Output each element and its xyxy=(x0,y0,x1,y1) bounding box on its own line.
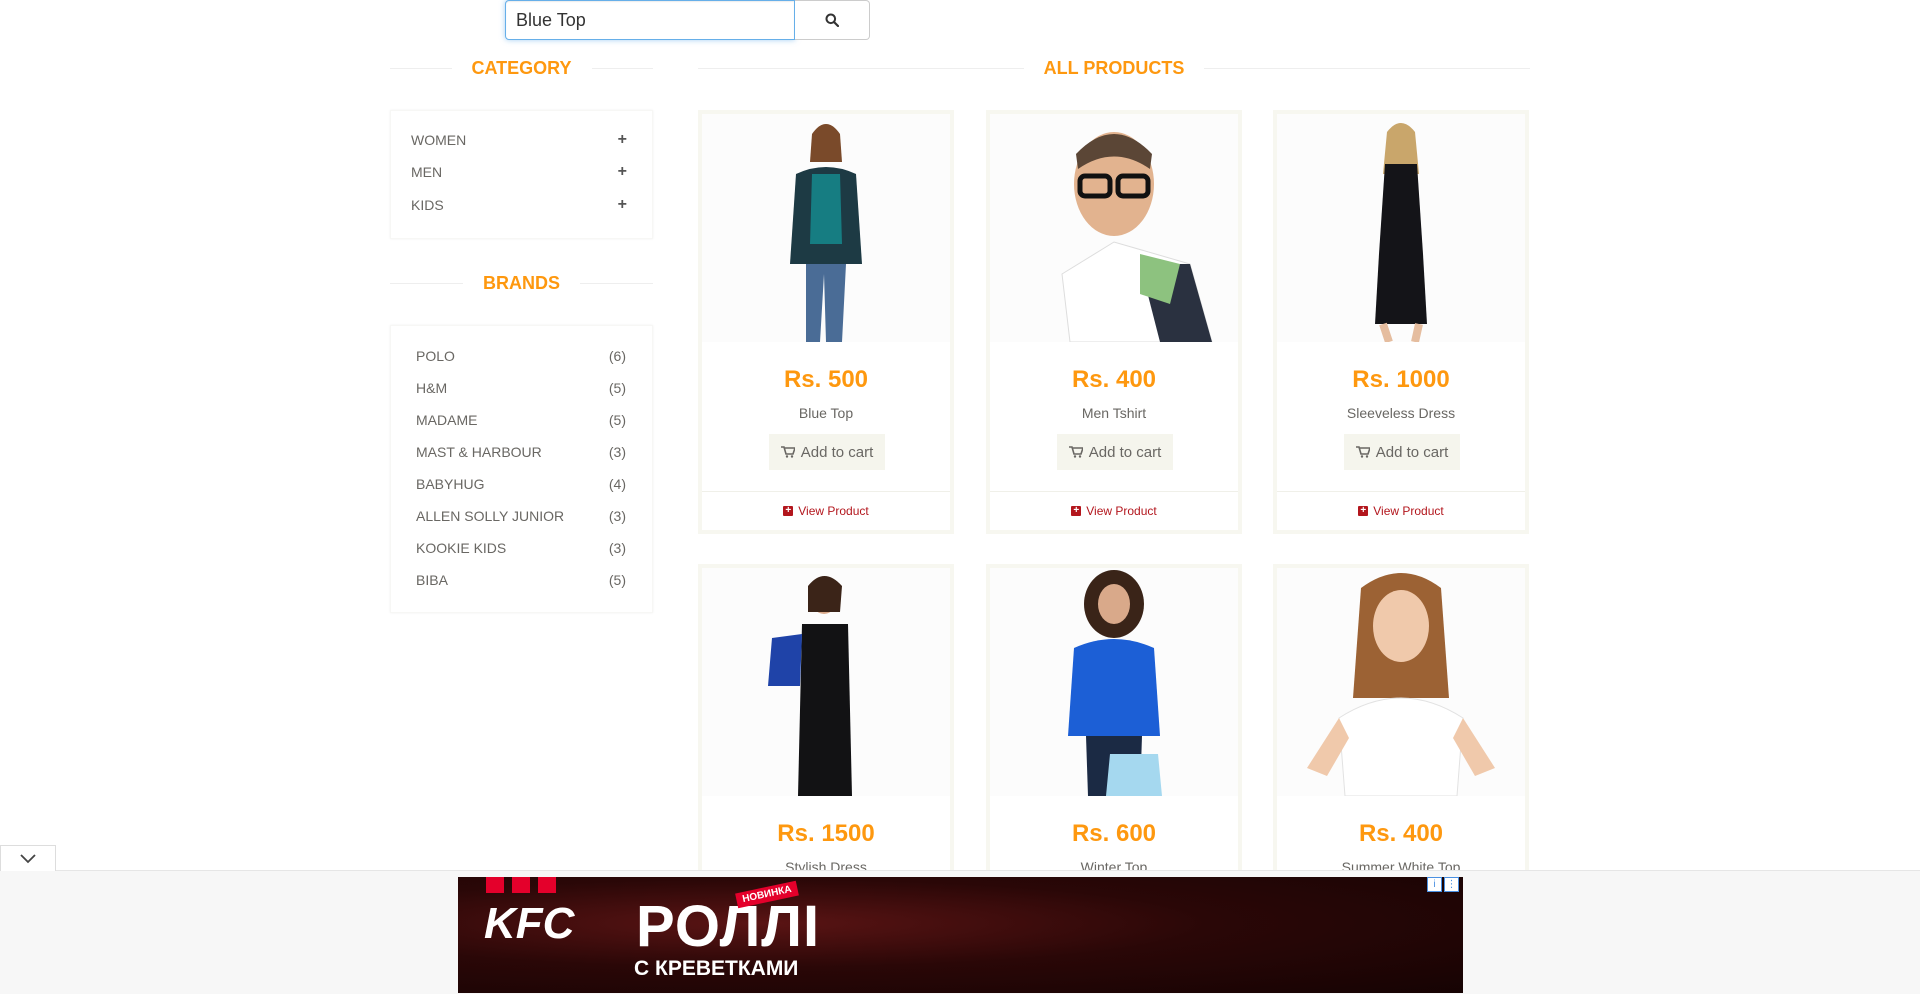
search-bar xyxy=(505,0,870,40)
brand-count: (5) xyxy=(608,380,626,396)
view-product-label: View Product xyxy=(1086,504,1157,518)
ad-collapse-toggle[interactable] xyxy=(0,845,56,871)
product-image xyxy=(1277,568,1525,796)
product-card: Rs. 500 Blue Top Add to cart + View Prod… xyxy=(698,110,954,534)
brand-count: (5) xyxy=(608,572,626,588)
add-to-cart-button[interactable]: Add to cart xyxy=(769,434,885,470)
category-item-women[interactable]: WOMEN + xyxy=(411,130,627,150)
all-products-heading: ALL PRODUCTS xyxy=(698,58,1531,79)
brands-panel: POLO (6) H&M (5) MADAME (5) MAST & HARBO… xyxy=(390,325,653,613)
ad-controls: i ⋮ xyxy=(1427,877,1459,892)
kfc-stripes xyxy=(486,877,556,893)
product-image xyxy=(990,568,1238,796)
brand-item-madame[interactable]: MADAME (5) xyxy=(416,410,626,430)
add-to-cart-button[interactable]: Add to cart xyxy=(1344,434,1460,470)
brand-count: (4) xyxy=(608,476,626,492)
plus-icon[interactable]: + xyxy=(618,196,627,214)
chevron-down-icon xyxy=(20,853,36,863)
brand-name: ALLEN SOLLY JUNIOR xyxy=(416,508,565,524)
brand-item-polo[interactable]: POLO (6) xyxy=(416,346,626,366)
plus-square-icon: + xyxy=(1358,506,1369,516)
cart-icon xyxy=(780,446,795,458)
category-item-kids[interactable]: KIDS + xyxy=(411,195,627,215)
brand-name: BIBA xyxy=(416,572,448,588)
product-image xyxy=(702,114,950,342)
ad-info-icon[interactable]: i xyxy=(1427,877,1442,892)
brand-name: BABYHUG xyxy=(416,476,485,492)
brand-name: MADAME xyxy=(416,412,478,428)
brand-count: (3) xyxy=(608,508,626,524)
cart-icon xyxy=(1355,446,1370,458)
view-product-label: View Product xyxy=(798,504,869,518)
product-price: Rs. 500 xyxy=(783,366,869,393)
view-product-link[interactable]: + View Product xyxy=(702,504,950,518)
brand-count: (3) xyxy=(608,540,626,556)
add-to-cart-button[interactable]: Add to cart xyxy=(1057,434,1173,470)
search-button[interactable] xyxy=(795,0,870,40)
plus-icon[interactable]: + xyxy=(618,131,627,149)
category-title: CATEGORY xyxy=(471,58,572,78)
category-item-men[interactable]: MEN + xyxy=(411,162,627,182)
product-image xyxy=(990,114,1238,342)
brand-item-babyhug[interactable]: BABYHUG (4) xyxy=(416,474,626,494)
ad-banner[interactable]: KFC РОЛЛІ НОВИНКА С КРЕВЕТКАМИ i ⋮ xyxy=(458,877,1463,993)
view-product-link[interactable]: + View Product xyxy=(990,504,1238,518)
product-card: Rs. 400 Men Tshirt Add to cart + View Pr… xyxy=(986,110,1242,534)
brand-item-biba[interactable]: BIBA (5) xyxy=(416,570,626,590)
brands-title: BRANDS xyxy=(483,273,561,293)
add-to-cart-label: Add to cart xyxy=(1088,443,1162,461)
add-to-cart-label: Add to cart xyxy=(800,443,874,461)
product-price: Rs. 400 xyxy=(1358,820,1444,847)
brand-name: H&M xyxy=(416,380,448,396)
ad-subheadline: С КРЕВЕТКАМИ xyxy=(634,957,799,980)
brand-item-hm[interactable]: H&M (5) xyxy=(416,378,626,398)
category-label: KIDS xyxy=(411,197,444,213)
product-price: Rs. 400 xyxy=(1071,366,1157,393)
product-name: Blue Top xyxy=(798,405,854,421)
plus-square-icon: + xyxy=(783,506,794,516)
view-product-link[interactable]: + View Product xyxy=(1277,504,1525,518)
card-divider xyxy=(702,491,950,492)
category-label: WOMEN xyxy=(411,132,467,148)
brands-heading: BRANDS xyxy=(390,273,654,294)
brand-item-kookie-kids[interactable]: KOOKIE KIDS (3) xyxy=(416,538,626,558)
product-name: Men Tshirt xyxy=(1081,405,1147,421)
brand-item-mast-harbour[interactable]: MAST & HARBOUR (3) xyxy=(416,442,626,462)
brand-name: MAST & HARBOUR xyxy=(416,444,542,460)
product-price: Rs. 1500 xyxy=(777,820,875,847)
all-products-title: ALL PRODUCTS xyxy=(1043,58,1185,78)
search-input[interactable] xyxy=(505,0,795,40)
product-price: Rs. 1000 xyxy=(1352,366,1450,393)
view-product-label: View Product xyxy=(1373,504,1444,518)
product-image xyxy=(1277,114,1525,342)
card-divider xyxy=(990,491,1238,492)
add-to-cart-label: Add to cart xyxy=(1375,443,1449,461)
category-label: MEN xyxy=(411,164,443,180)
brand-name: KOOKIE KIDS xyxy=(416,540,507,556)
category-panel: WOMEN + MEN + KIDS + xyxy=(390,110,653,239)
cart-icon xyxy=(1068,446,1083,458)
plus-icon[interactable]: + xyxy=(618,163,627,181)
plus-square-icon: + xyxy=(1071,506,1082,516)
search-icon xyxy=(825,13,839,27)
ad-headline: РОЛЛІ xyxy=(636,894,821,959)
product-card: Rs. 1000 Sleeveless Dress Add to cart + … xyxy=(1273,110,1529,534)
product-name: Sleeveless Dress xyxy=(1346,405,1456,421)
brand-count: (6) xyxy=(608,348,626,364)
card-divider xyxy=(1277,491,1525,492)
product-price: Rs. 600 xyxy=(1071,820,1157,847)
category-heading: CATEGORY xyxy=(390,58,654,79)
brand-count: (3) xyxy=(608,444,626,460)
brand-name: POLO xyxy=(416,348,455,364)
ad-menu-icon[interactable]: ⋮ xyxy=(1444,877,1459,892)
brand-count: (5) xyxy=(608,412,626,428)
product-image xyxy=(702,568,950,796)
brand-item-allen-solly-junior[interactable]: ALLEN SOLLY JUNIOR (3) xyxy=(416,506,626,526)
ad-brand-logo: KFC xyxy=(484,899,575,948)
